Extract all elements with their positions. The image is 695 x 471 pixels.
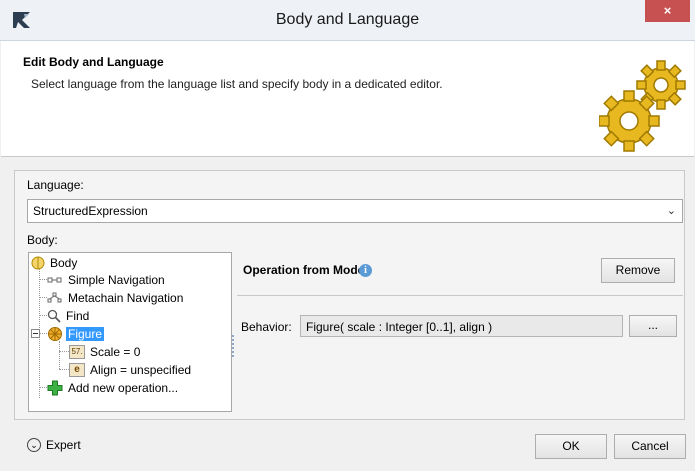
tree-connector <box>59 351 69 352</box>
language-select[interactable]: StructuredExpression ⌄ <box>27 199 683 223</box>
tree-item-label: Simple Navigation <box>68 272 165 287</box>
ok-button[interactable]: OK <box>535 434 607 459</box>
operation-title: Operation from Model <box>243 263 368 277</box>
tree-item-label: Figure <box>66 326 105 341</box>
tree-connector <box>59 341 60 369</box>
magnifier-icon <box>47 309 61 323</box>
tree-item-align[interactable]: e Align = unspecified <box>69 361 193 378</box>
tree-item-label: Align = unspecified <box>90 362 192 377</box>
info-icon[interactable]: i <box>359 264 372 277</box>
tree-connector <box>39 315 47 316</box>
expert-toggle[interactable]: ⌄ Expert <box>27 438 81 452</box>
title-bar: Body and Language × <box>0 0 695 41</box>
tree-expander-figure[interactable] <box>31 325 43 342</box>
browse-button[interactable]: ... <box>629 315 677 337</box>
tree-item-simple-navigation[interactable]: Simple Navigation <box>47 271 167 288</box>
behavior-field[interactable]: Figure( scale : Integer [0..1], align ) <box>300 315 623 337</box>
tree-item-metachain-navigation[interactable]: Metachain Navigation <box>47 289 185 306</box>
chevron-down-icon[interactable]: ⌄ <box>667 204 676 217</box>
cancel-button[interactable]: Cancel <box>614 434 686 459</box>
body-icon <box>31 256 45 269</box>
figure-icon <box>48 326 62 341</box>
collapse-icon[interactable] <box>31 329 40 338</box>
tree-item-add-operation[interactable]: Add new operation... <box>47 379 180 396</box>
tree-connector <box>39 297 47 298</box>
header-banner: Edit Body and Language Select language f… <box>1 41 694 157</box>
remove-button[interactable]: Remove <box>601 258 675 283</box>
splitter-handle[interactable] <box>232 335 234 357</box>
tree-item-label: Find <box>66 308 90 323</box>
tree-item-label: Body <box>50 255 78 270</box>
tree-connector <box>39 279 47 280</box>
tree-item-find[interactable]: Find <box>47 307 91 324</box>
chevron-down-circle-icon: ⌄ <box>27 438 41 452</box>
window-title: Body and Language <box>275 11 420 28</box>
tree-connector <box>39 387 47 388</box>
language-value: StructuredExpression <box>33 204 148 218</box>
behavior-label: Behavior: <box>241 320 292 334</box>
gears-icon <box>599 60 686 152</box>
tree-item-label: Scale = 0 <box>90 344 141 359</box>
close-button[interactable]: × <box>645 0 690 22</box>
tree-item-scale[interactable]: 57. Scale = 0 <box>69 343 142 360</box>
banner-title: Edit Body and Language <box>23 55 164 69</box>
metachain-icon <box>47 292 62 302</box>
enumeration-icon: e <box>69 362 85 377</box>
tree-item-label: Metachain Navigation <box>68 290 184 305</box>
tree-connector <box>59 369 69 370</box>
divider <box>237 295 683 296</box>
tree-item-body[interactable]: Body <box>31 254 79 271</box>
body-label: Body: <box>27 233 58 247</box>
tree-item-label: Add new operation... <box>68 380 179 395</box>
simple-navigation-icon <box>47 277 62 282</box>
number-icon: 57. <box>69 344 85 359</box>
banner-description: Select language from the language list a… <box>31 77 443 91</box>
language-label: Language: <box>27 178 84 192</box>
plus-icon <box>47 380 63 395</box>
body-tree[interactable]: Body Simple Navigation Metachain Navigat… <box>28 252 232 412</box>
expert-label: Expert <box>46 438 81 452</box>
tree-item-figure[interactable]: Figure <box>47 325 105 342</box>
